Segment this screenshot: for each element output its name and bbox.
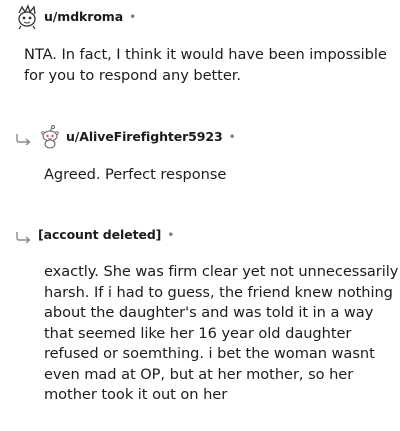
comment-line: harsh. If i had to guess, the friend kne… bbox=[44, 283, 393, 301]
separator-dot: • bbox=[167, 227, 175, 242]
separator-dot: • bbox=[228, 129, 236, 144]
snoo-default-avatar-icon[interactable] bbox=[39, 124, 61, 150]
comment-body: exactly. She was firm clear yet not unne… bbox=[44, 262, 398, 406]
username-link[interactable]: u/AliveFirefighter5923 bbox=[66, 129, 223, 144]
comment-line: exactly. She was firm clear yet not unne… bbox=[44, 263, 399, 280]
comment-line: NTA. In fact, I think it would have been… bbox=[24, 46, 387, 63]
comment-header: [account deleted] • bbox=[38, 227, 174, 242]
username-link[interactable]: u/mdkroma bbox=[44, 9, 123, 24]
comment-header: u/AliveFirefighter5923 • bbox=[66, 129, 236, 144]
comment-line: even mad at OP, but at her mother, so he… bbox=[44, 365, 354, 383]
comment-header: u/mdkroma • bbox=[44, 9, 136, 24]
comment-line: mother took it out on her bbox=[44, 386, 228, 403]
username-deleted: [account deleted] bbox=[38, 227, 162, 242]
comment-line: that seemed like her 16 year old daughte… bbox=[44, 324, 352, 342]
separator-dot: • bbox=[129, 9, 137, 24]
comment-line: Agreed. Perfect response bbox=[44, 166, 227, 183]
reply-arrow-icon bbox=[15, 228, 33, 247]
reply-arrow-icon bbox=[15, 130, 33, 149]
comment-line: about the daughter's and was told it in … bbox=[44, 304, 374, 321]
comment-line: for you to respond any better. bbox=[24, 66, 241, 84]
snoo-avatar-icon[interactable] bbox=[15, 4, 39, 30]
comment-body: NTA. In fact, I think it would have been… bbox=[24, 45, 387, 86]
comment-line: refused or soemthing. i bet the woman wa… bbox=[44, 345, 375, 362]
comment-body: Agreed. Perfect response bbox=[44, 165, 226, 186]
